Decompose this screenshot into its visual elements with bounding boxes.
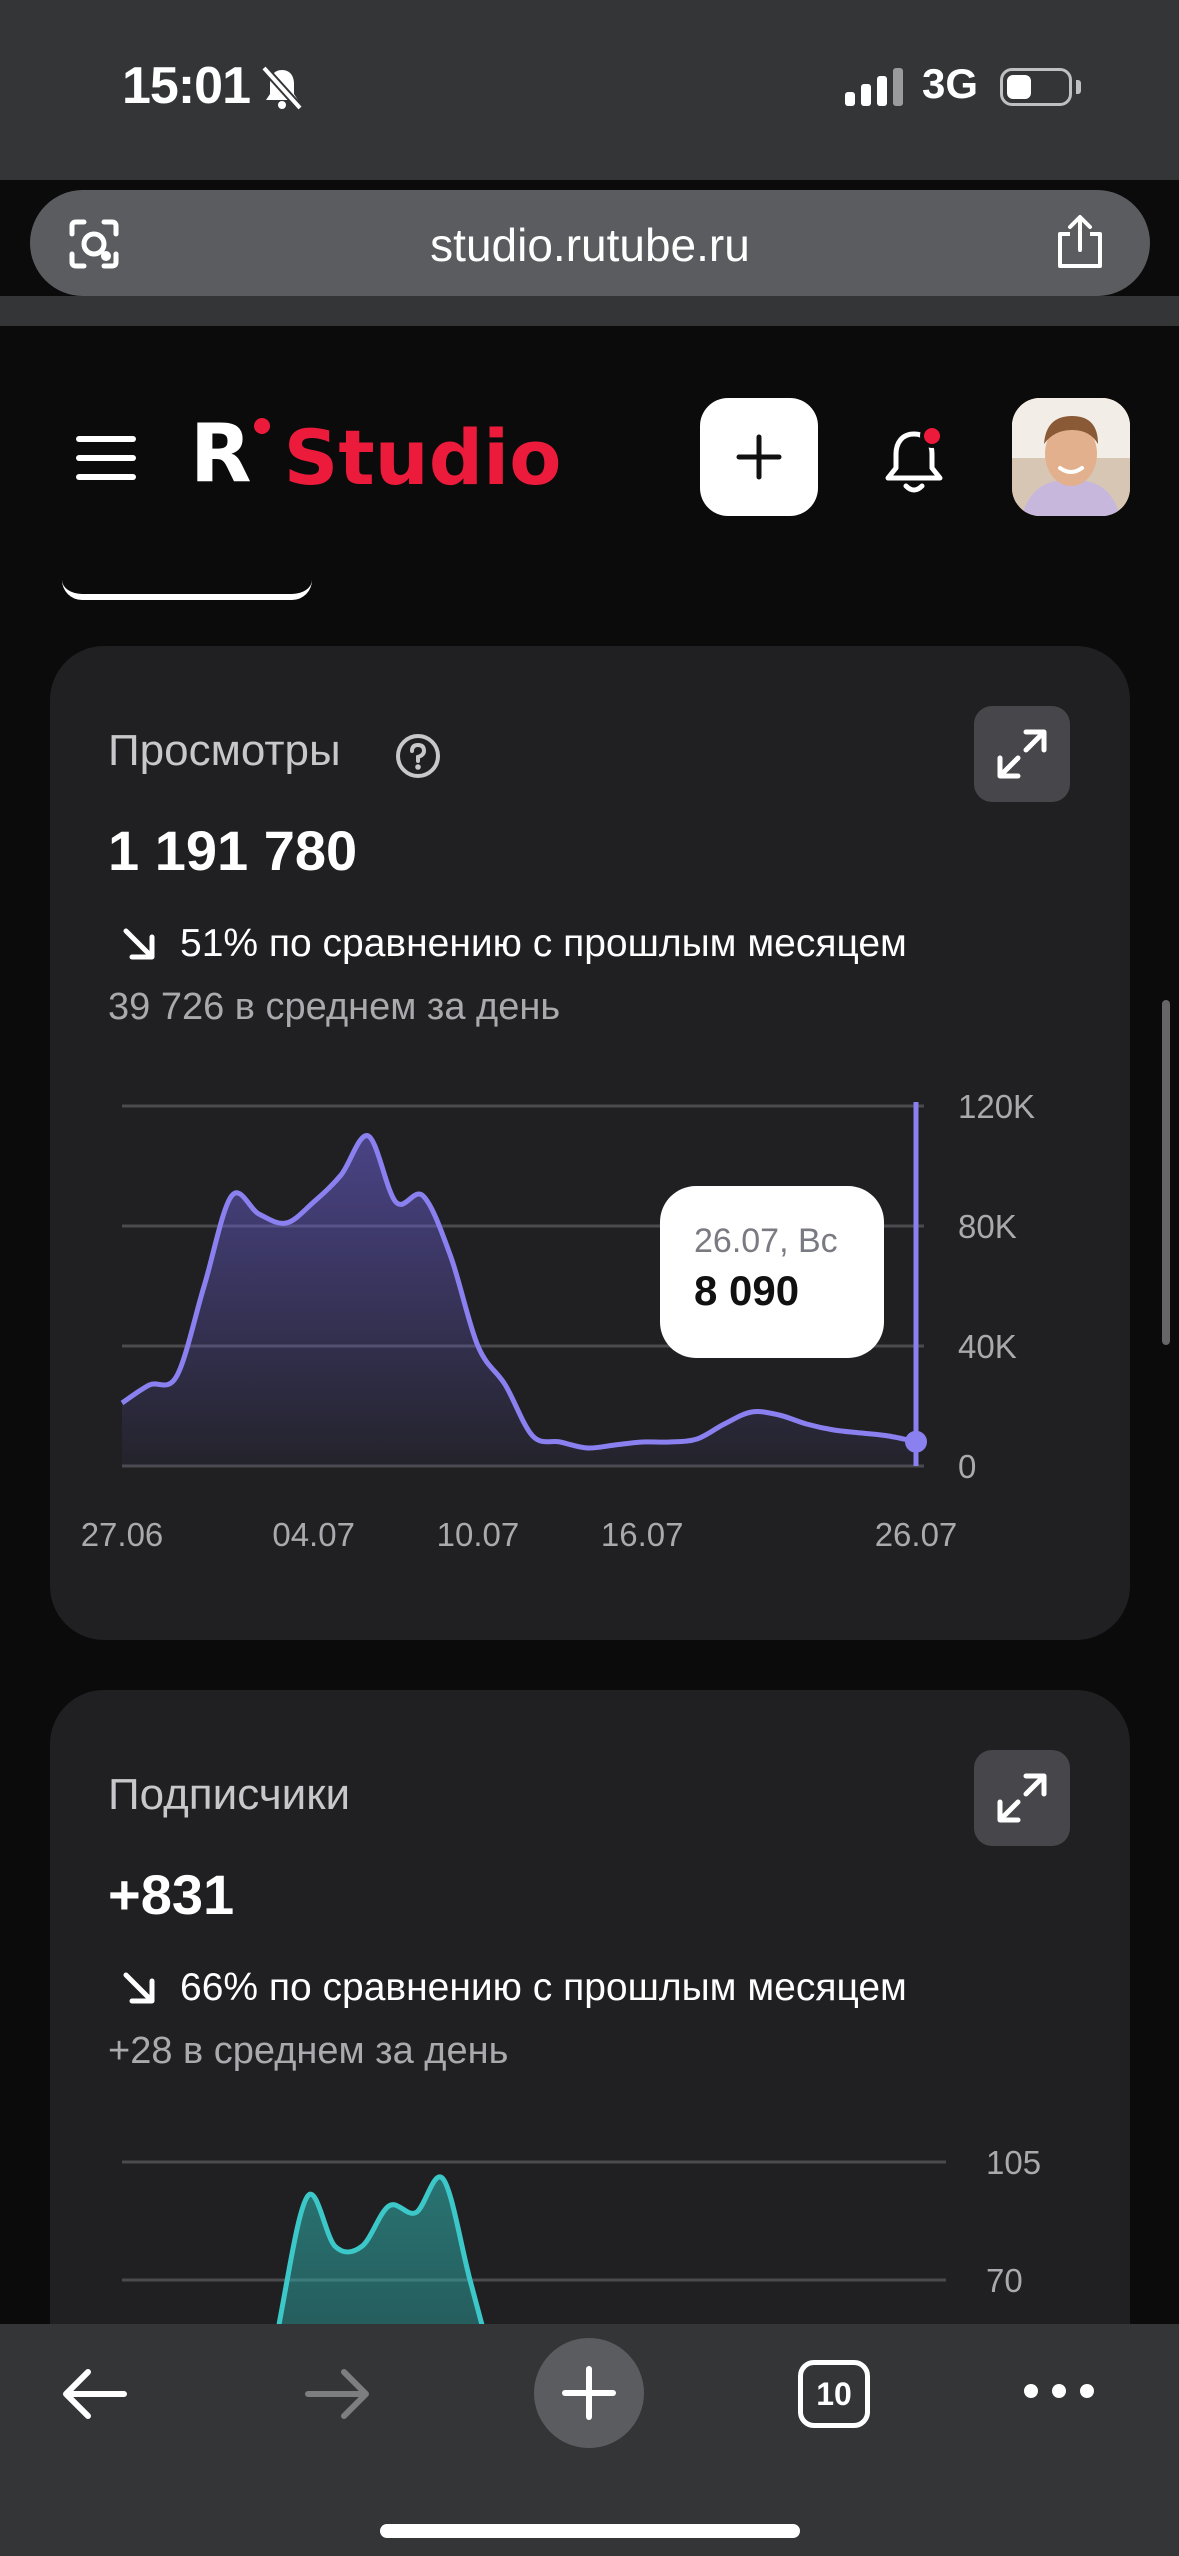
views-chart[interactable]: 0 40K 80K 120K 27.06 04.07 10.07 16.07 26.07 — [50, 1066, 1130, 1626]
subscribers-title: Подписчики — [108, 1770, 351, 1819]
subscribers-trend-text: 66% по сравнению с прошлым месяцем — [180, 1966, 907, 2009]
share-icon[interactable] — [1052, 212, 1108, 272]
more-menu-icon[interactable] — [1024, 2384, 1094, 2398]
new-tab-button[interactable] — [534, 2338, 644, 2448]
views-card: Просмотры 1 191 780 51% по сравнению с п… — [50, 646, 1130, 1640]
create-button[interactable] — [700, 398, 818, 516]
expand-icon — [997, 729, 1047, 779]
expand-icon — [997, 1773, 1047, 1823]
subscribers-expand-button[interactable] — [974, 1750, 1070, 1846]
views-average: 39 726 в среднем за день — [108, 986, 561, 1028]
x-tick-label: 16.07 — [601, 1516, 684, 1553]
logo-text: Studio — [283, 413, 562, 502]
x-tick-label: 10.07 — [437, 1516, 520, 1553]
views-expand-button[interactable] — [974, 706, 1070, 802]
previous-card-edge — [62, 580, 312, 600]
forward-arrow-icon[interactable] — [302, 2364, 374, 2424]
views-title: Просмотры — [108, 726, 341, 775]
tooltip-date: 26.07, Вс — [694, 1222, 838, 1260]
y-tick-label: 0 — [958, 1448, 976, 1485]
user-avatar[interactable] — [1012, 398, 1130, 516]
help-icon[interactable] — [394, 732, 442, 780]
y-tick-label: 80K — [958, 1208, 1017, 1245]
status-bar: 15:01 3G — [0, 0, 1179, 180]
logo-dot — [253, 418, 270, 434]
views-trend: 51% по сравнению с прошлым месяцем — [120, 922, 907, 966]
y-tick-label: 105 — [986, 2144, 1041, 2181]
chart-selected-point — [905, 1430, 927, 1453]
x-tick-label: 26.07 — [875, 1516, 958, 1553]
subscribers-trend: 66% по сравнению с прошлым месяцем — [120, 1966, 907, 2010]
bell-muted-icon — [261, 65, 303, 111]
battery-icon — [1000, 68, 1072, 106]
views-total: 1 191 780 — [108, 819, 358, 882]
hamburger-menu-icon[interactable] — [76, 434, 136, 482]
notifications-bell-icon[interactable] — [878, 424, 950, 500]
address-bar[interactable]: studio.rutube.ru — [30, 190, 1150, 296]
logo-letter: R — [190, 407, 252, 500]
subscribers-average: +28 в среднем за день — [108, 2030, 509, 2072]
arrow-down-right-icon — [123, 1972, 155, 2004]
x-tick-label: 27.06 — [81, 1516, 164, 1553]
subscribers-card: Подписчики +831 66% по сравнению с прошл… — [50, 1690, 1130, 2410]
app-header: R Studio — [0, 326, 1179, 586]
plus-icon — [562, 2366, 616, 2420]
y-tick-label: 40K — [958, 1328, 1017, 1365]
page-scrollbar[interactable] — [1162, 1000, 1170, 1345]
y-tick-label: 120K — [958, 1088, 1035, 1125]
browser-toolbar: 10 — [0, 2324, 1179, 2556]
home-indicator[interactable] — [380, 2524, 800, 2538]
status-time: 15:01 — [122, 57, 251, 115]
rstudio-logo[interactable]: R Studio — [190, 414, 561, 496]
back-arrow-icon[interactable] — [58, 2364, 130, 2424]
tabs-count-button[interactable]: 10 — [798, 2360, 870, 2428]
signal-icon — [845, 68, 903, 106]
url-text[interactable]: studio.rutube.ru — [30, 218, 1150, 272]
y-tick-label: 70 — [986, 2262, 1023, 2299]
chart-tooltip: 26.07, Вс 8 090 — [660, 1186, 884, 1358]
arrow-down-right-icon — [123, 928, 155, 960]
tooltip-value: 8 090 — [694, 1267, 800, 1314]
plus-icon — [736, 434, 782, 480]
network-type: 3G — [922, 60, 979, 107]
views-trend-text: 51% по сравнению с прошлым месяцем — [180, 922, 907, 965]
x-tick-label: 04.07 — [272, 1516, 355, 1553]
subscribers-total: +831 — [108, 1863, 235, 1926]
